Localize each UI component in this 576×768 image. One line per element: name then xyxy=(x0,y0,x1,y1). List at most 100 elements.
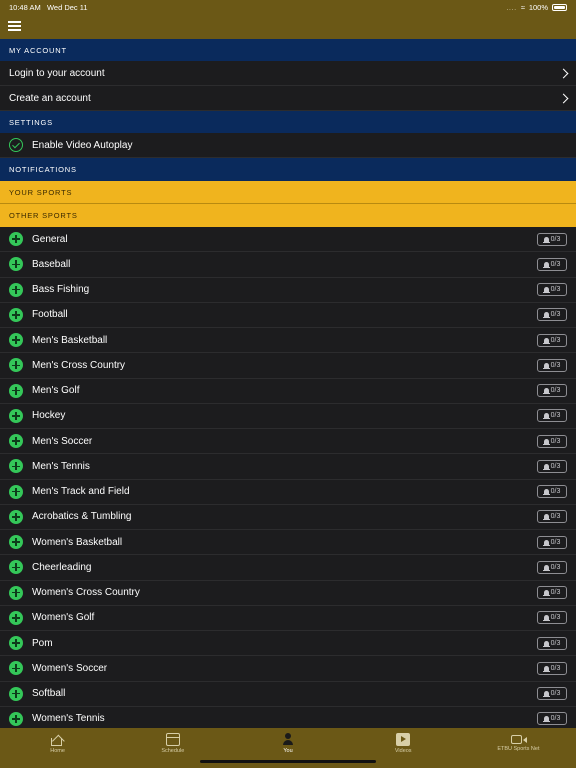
add-circle-icon[interactable] xyxy=(9,535,23,550)
bell-icon xyxy=(542,463,550,470)
sport-row[interactable]: Hockey 0/3 xyxy=(0,403,576,429)
notification-count: 0/3 xyxy=(550,387,561,395)
section-header-notifications: NOTIFICATIONS xyxy=(0,158,576,181)
top-bar: 10:48 AM Wed Dec 11 .... ≈ 100% xyxy=(0,0,576,39)
sport-row[interactable]: Baseball 0/3 xyxy=(0,252,576,278)
sport-name: Women's Soccer xyxy=(32,662,108,674)
add-circle-icon[interactable] xyxy=(9,484,23,499)
notification-count: 0/3 xyxy=(550,286,561,294)
add-circle-icon[interactable] xyxy=(9,459,23,474)
notification-count-badge[interactable]: 0/3 xyxy=(537,257,567,271)
sport-row[interactable]: Men's Basketball 0/3 xyxy=(0,328,576,354)
sport-row[interactable]: Bass Fishing 0/3 xyxy=(0,277,576,303)
notification-count: 0/3 xyxy=(550,664,561,672)
sport-name: Bass Fishing xyxy=(32,284,90,296)
sport-name: Men's Soccer xyxy=(32,435,93,447)
sport-row[interactable]: Men's Cross Country 0/3 xyxy=(0,353,576,379)
add-circle-icon[interactable] xyxy=(9,408,23,423)
bell-icon xyxy=(542,615,550,622)
tab-home[interactable]: Home xyxy=(0,728,115,768)
video-camera-icon xyxy=(510,735,527,744)
add-circle-icon[interactable] xyxy=(9,232,23,247)
bell-icon xyxy=(542,337,550,344)
add-circle-icon[interactable] xyxy=(9,509,23,524)
create-account-label: Create an account xyxy=(9,92,91,104)
tab-etbu-sports-net[interactable]: ETBU Sports Net xyxy=(461,728,576,768)
notification-count-badge[interactable]: 0/3 xyxy=(537,308,567,322)
add-circle-icon[interactable] xyxy=(9,434,23,449)
sport-name: Baseball xyxy=(32,258,71,270)
checkmark-circle-icon[interactable] xyxy=(9,138,23,152)
add-circle-icon[interactable] xyxy=(9,383,23,398)
sport-row[interactable]: Acrobatics & Tumbling 0/3 xyxy=(0,504,576,530)
sport-row[interactable]: Women's Basketball 0/3 xyxy=(0,530,576,556)
sport-name: Cheerleading xyxy=(32,561,92,573)
notification-count: 0/3 xyxy=(550,639,561,647)
add-circle-icon[interactable] xyxy=(9,661,23,676)
add-circle-icon[interactable] xyxy=(9,636,23,651)
notification-count-badge[interactable]: 0/3 xyxy=(537,283,567,297)
bell-icon xyxy=(542,665,550,672)
home-icon xyxy=(50,733,65,746)
sport-name: Men's Track and Field xyxy=(32,486,130,498)
sport-row[interactable]: Men's Tennis 0/3 xyxy=(0,454,576,480)
sport-row[interactable]: Women's Cross Country 0/3 xyxy=(0,580,576,606)
sport-row[interactable]: Women's Golf 0/3 xyxy=(0,605,576,631)
notification-count-badge[interactable]: 0/3 xyxy=(537,333,567,347)
notification-count-badge[interactable]: 0/3 xyxy=(537,358,567,372)
sport-row[interactable]: Men's Track and Field 0/3 xyxy=(0,479,576,505)
create-account-row[interactable]: Create an account xyxy=(0,86,576,111)
sport-name: General xyxy=(32,233,68,245)
sport-row[interactable]: General 0/3 xyxy=(0,227,576,253)
add-circle-icon[interactable] xyxy=(9,358,23,373)
bell-icon xyxy=(542,640,550,647)
notification-count-badge[interactable]: 0/3 xyxy=(537,232,567,246)
sport-name: Hockey xyxy=(32,410,66,422)
add-circle-icon[interactable] xyxy=(9,711,23,726)
sport-row[interactable]: Men's Golf 0/3 xyxy=(0,378,576,404)
sport-name: Men's Cross Country xyxy=(32,359,126,371)
sport-row[interactable]: Women's Soccer 0/3 xyxy=(0,656,576,682)
add-circle-icon[interactable] xyxy=(9,585,23,600)
add-circle-icon[interactable] xyxy=(9,610,23,625)
notification-count-badge[interactable]: 0/3 xyxy=(537,611,567,625)
notification-count-badge[interactable]: 0/3 xyxy=(537,636,567,650)
sport-row[interactable]: Men's Soccer 0/3 xyxy=(0,429,576,455)
autoplay-row[interactable]: Enable Video Autoplay xyxy=(0,133,576,158)
notification-count-badge[interactable]: 0/3 xyxy=(537,560,567,574)
notification-count-badge[interactable]: 0/3 xyxy=(537,384,567,398)
bell-icon xyxy=(542,489,550,496)
notification-count: 0/3 xyxy=(550,260,561,268)
add-circle-icon[interactable] xyxy=(9,282,23,297)
add-circle-icon[interactable] xyxy=(9,686,23,701)
sport-row[interactable]: Cheerleading 0/3 xyxy=(0,555,576,581)
add-circle-icon[interactable] xyxy=(9,333,23,348)
sport-row[interactable]: Softball 0/3 xyxy=(0,681,576,707)
notification-count-badge[interactable]: 0/3 xyxy=(537,661,567,675)
bell-icon xyxy=(542,539,550,546)
notification-count-badge[interactable]: 0/3 xyxy=(537,510,567,524)
login-row[interactable]: Login to your account xyxy=(0,61,576,86)
notification-count-badge[interactable]: 0/3 xyxy=(537,535,567,549)
hamburger-menu-icon[interactable] xyxy=(8,21,21,31)
notification-count: 0/3 xyxy=(550,462,561,470)
tab-label: Videos xyxy=(394,748,412,754)
status-clock: 10:48 AM xyxy=(9,3,41,12)
section-header-other-sports: OTHER SPORTS xyxy=(0,204,576,227)
notification-count-badge[interactable]: 0/3 xyxy=(537,434,567,448)
notification-count-badge[interactable]: 0/3 xyxy=(537,459,567,473)
sport-row[interactable]: Pom 0/3 xyxy=(0,631,576,657)
sport-row[interactable]: Football 0/3 xyxy=(0,302,576,328)
add-circle-icon[interactable] xyxy=(9,307,23,322)
bell-icon xyxy=(542,691,550,698)
add-circle-icon[interactable] xyxy=(9,560,23,575)
notification-count-badge[interactable]: 0/3 xyxy=(537,485,567,499)
notification-count-badge[interactable]: 0/3 xyxy=(537,687,567,701)
sport-name: Women's Golf xyxy=(32,612,95,624)
sport-name: Men's Golf xyxy=(32,385,80,397)
notification-count-badge[interactable]: 0/3 xyxy=(537,586,567,600)
notification-count-badge[interactable]: 0/3 xyxy=(537,409,567,423)
add-circle-icon[interactable] xyxy=(9,257,23,272)
notification-count-badge[interactable]: 0/3 xyxy=(537,712,567,726)
sport-name: Football xyxy=(32,309,68,321)
